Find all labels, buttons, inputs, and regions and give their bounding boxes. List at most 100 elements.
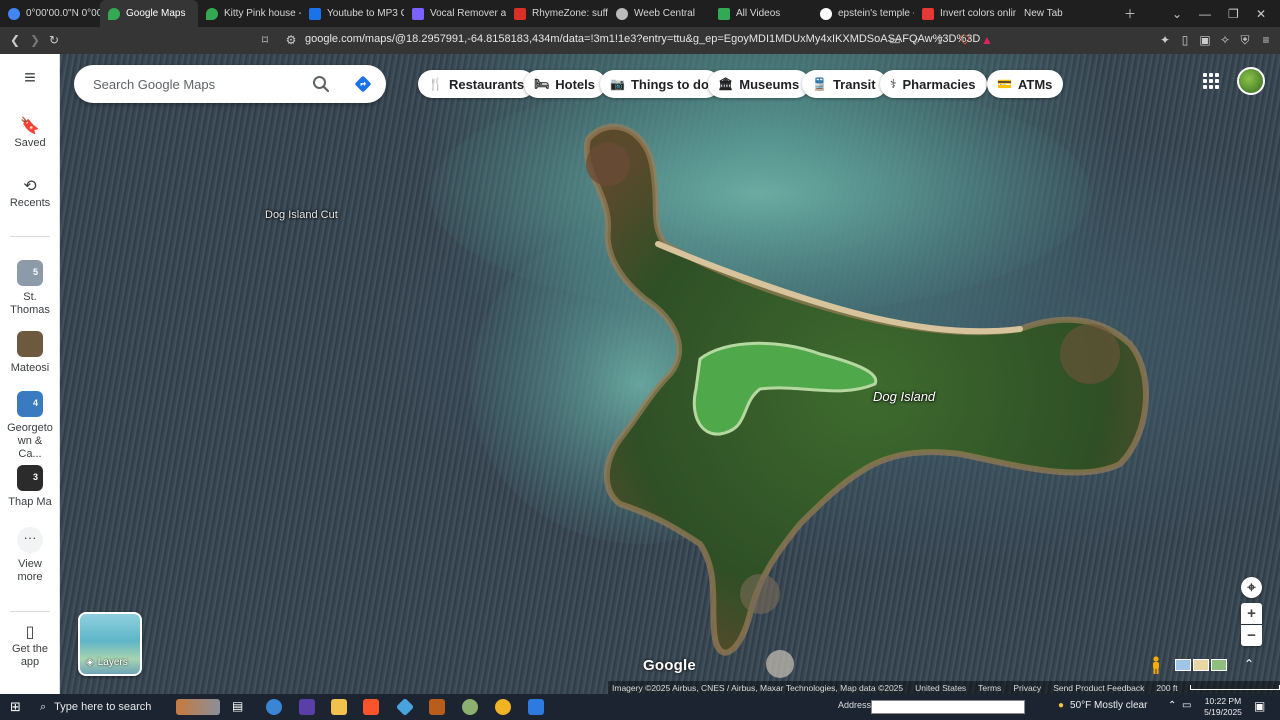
map-type-thumb[interactable] — [1211, 659, 1227, 671]
browser-tab[interactable]: Weeb Central — [608, 0, 710, 27]
brave-shield-icon[interactable]: ⛉ — [958, 33, 972, 47]
taskbar-app-icon[interactable] — [528, 699, 544, 715]
map-type-thumb[interactable] — [1175, 659, 1191, 671]
browser-tab[interactable]: epstein's temple - G — [812, 0, 914, 27]
browser-tab[interactable]: All Videos — [710, 0, 812, 27]
map-type-thumb[interactable] — [1193, 659, 1209, 671]
search-icon[interactable] — [312, 75, 330, 93]
browser-tab[interactable]: Youtube to MP3 Co — [301, 0, 404, 27]
expand-up-icon[interactable]: ⌃ — [1244, 657, 1254, 671]
vpn-icon[interactable]: ⛨ — [1238, 33, 1252, 47]
taskbar-clock[interactable]: 10:22 PM 5/19/2025 — [1198, 696, 1248, 718]
browser-tab[interactable]: Kitty Pink house - G — [198, 0, 301, 27]
my-location-button[interactable]: ⌖ — [1241, 577, 1262, 598]
network-icon[interactable]: ▭ — [1182, 700, 1191, 711]
recent-place-mateosi[interactable]: Mateosi — [0, 331, 60, 375]
close-window-icon[interactable]: ✕ — [1256, 0, 1266, 27]
search-input[interactable] — [93, 76, 303, 92]
leo-ai-icon[interactable]: ✧ — [1218, 33, 1232, 47]
browser-tab[interactable]: Invert colors online — [914, 0, 1016, 27]
layers-button[interactable]: ◈ Layers — [78, 612, 142, 676]
saved-button[interactable]: 🔖 Saved — [0, 119, 60, 150]
chip-restaurants[interactable]: 🍴 Restaurants — [418, 70, 536, 98]
browser-tab[interactable]: RhymeZone: suffer — [506, 0, 608, 27]
recents-button[interactable]: ⟲ Recents — [0, 178, 60, 210]
place-thumbnail — [17, 331, 43, 357]
history-icon: ⟲ — [23, 178, 37, 195]
cast-icon[interactable]: ▭ — [888, 33, 902, 47]
sidebar-icon[interactable]: ▯ — [1178, 33, 1192, 47]
windows-start-icon[interactable]: ⊞ — [10, 699, 21, 715]
menu-icon[interactable]: ≡ — [1259, 33, 1273, 47]
map-type-thumbnails[interactable] — [1175, 659, 1227, 671]
url-field[interactable]: google.com/maps/@18.2957991,-64.8158183,… — [305, 33, 980, 45]
rewards-icon[interactable]: ▲ — [980, 33, 994, 47]
browser-tab[interactable]: New Tab — [1016, 0, 1111, 27]
taskbar-app-icon[interactable] — [176, 699, 220, 715]
reload-icon[interactable]: ↻ — [47, 33, 61, 47]
menu-button[interactable]: ≡ — [0, 68, 60, 89]
zoom-icon[interactable]: ⌕ — [910, 33, 924, 47]
taskbar-app-icon[interactable] — [495, 699, 511, 715]
back-icon[interactable]: ❮ — [8, 33, 22, 47]
brave-browser-icon[interactable] — [363, 699, 379, 715]
taskbar-search[interactable]: ⌕ Type here to search — [30, 694, 170, 720]
zoom-in-button[interactable]: + — [1241, 603, 1262, 624]
browser-tab[interactable]: Vocal Remover and — [404, 0, 506, 27]
get-app-label: Get the app — [11, 643, 49, 668]
new-tab-icon[interactable]: ＋ — [1124, 0, 1136, 27]
chip-things-to-do[interactable]: 📷 Things to do — [600, 70, 720, 98]
notifications-icon[interactable]: ▣ — [1254, 699, 1265, 713]
wallet-icon[interactable]: ▣ — [1198, 33, 1212, 47]
tab-list-chevron-icon[interactable]: ⌄ — [1172, 0, 1182, 27]
chip-transit[interactable]: 🚆 Transit — [802, 70, 887, 98]
browser-tab-active[interactable]: Google Maps ✕ — [100, 0, 198, 27]
system-tray-chevron-icon[interactable]: ⌃ — [1168, 700, 1176, 711]
tab-favicon-icon — [309, 7, 321, 20]
site-info-icon[interactable]: ⚙ — [284, 33, 298, 47]
bookmark-icon[interactable]: ⌑ — [258, 33, 272, 47]
recent-place-georgetown[interactable]: 4 Georgeto wn & Ca... — [0, 391, 60, 461]
scale-label[interactable]: 200 ft — [1156, 683, 1177, 693]
feedback-link[interactable]: Send Product Feedback — [1053, 683, 1144, 693]
recent-place-st-thomas[interactable]: 5 St. Thomas — [0, 260, 60, 317]
minimize-window-icon[interactable]: — — [1199, 0, 1211, 27]
chip-atms[interactable]: 💳 ATMs — [987, 70, 1064, 98]
scale-bar[interactable] — [1189, 685, 1280, 690]
taskbar-app-icon[interactable] — [266, 699, 282, 715]
taskbar-app-icon[interactable] — [429, 699, 445, 715]
browser-tab[interactable]: 0°00'00.0"N 0°00'0 — [0, 0, 100, 27]
view-more-button[interactable]: ··· View more — [0, 527, 60, 584]
forward-icon[interactable]: ❯ — [28, 33, 42, 47]
google-apps-icon[interactable] — [1203, 73, 1219, 89]
chip-museums[interactable]: 🏛 Museums — [708, 70, 811, 98]
taskbar-app-icon[interactable] — [462, 699, 478, 715]
chip-pharmacies[interactable]: ⚕ Pharmacies — [880, 70, 987, 98]
extensions-icon[interactable]: ✦ — [1158, 33, 1172, 47]
weather-widget[interactable]: ● 50°F Mostly clear — [1058, 700, 1147, 711]
zoom-out-button[interactable]: − — [1241, 625, 1262, 646]
directions-icon[interactable] — [354, 75, 372, 93]
chip-label: ATMs — [1017, 76, 1053, 92]
tab-favicon-icon — [8, 7, 20, 20]
terms-link[interactable]: Terms — [978, 683, 1001, 693]
file-explorer-icon[interactable] — [331, 699, 347, 715]
chip-label: Transit — [832, 76, 876, 92]
privacy-link[interactable]: Privacy — [1013, 683, 1041, 693]
address-toolbar-input[interactable] — [871, 700, 1025, 714]
share-icon[interactable]: ⇪ — [933, 33, 947, 47]
recent-place-thap-ma[interactable]: 3 Thap Ma — [0, 465, 60, 509]
restore-window-icon[interactable]: ❐ — [1228, 0, 1239, 27]
region-link[interactable]: United States — [915, 683, 966, 693]
chip-hotels[interactable]: 🛏 Hotels — [524, 70, 606, 98]
tab-title: Youtube to MP3 Co — [327, 8, 404, 19]
account-avatar[interactable] — [1237, 67, 1265, 95]
taskbar-app-icon[interactable] — [299, 699, 315, 715]
map-label-dog-island[interactable]: Dog Island — [873, 389, 935, 404]
pegman-street-view-icon[interactable] — [1150, 656, 1162, 674]
satellite-map[interactable]: Dog Island Cut Dog Island — [60, 54, 1280, 694]
taskbar-app-icon[interactable] — [395, 697, 415, 717]
get-app-button[interactable]: ▯ Get the app — [0, 625, 60, 669]
map-label-dog-island-cut[interactable]: Dog Island Cut — [265, 209, 338, 221]
task-view-icon[interactable]: ▤ — [232, 699, 248, 715]
